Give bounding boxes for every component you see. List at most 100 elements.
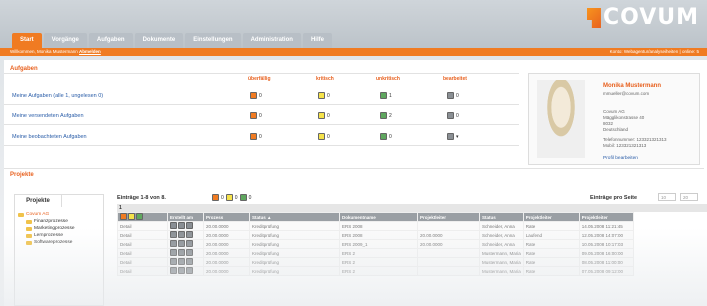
task-count[interactable]: 0 [250,112,262,119]
covum-logo: COVUM [586,5,699,30]
task-count[interactable]: 0 [447,92,459,99]
legend-overdue-count: 0 [221,194,224,201]
task-count[interactable]: 0 [318,112,330,119]
column-header[interactable]: Projektleiter [417,212,480,222]
divider [4,124,519,125]
status-legend: 0 0 0 [212,194,251,201]
task-row-label[interactable]: Meine versendeten Aufgaben [12,113,84,119]
per-page-10[interactable]: 10 [658,193,676,201]
task-count-value: 0 [456,92,459,99]
task-count-value: 0 [456,112,459,119]
status-square-icon [318,92,325,99]
tree-node[interactable]: Finanzprozesse [26,219,68,224]
legend-critical-count: 0 [234,194,238,201]
profile-phone: Telefonnummer: 123321321313 [603,137,667,142]
task-count[interactable]: 0 [318,92,330,99]
column-header[interactable]: Erstellt am [167,212,204,222]
folder-icon [18,212,24,217]
tree-tab[interactable]: Projekte [14,194,62,207]
aufgaben-title: Aufgaben [10,66,38,72]
col-ueberfaellig: überfällig [248,76,271,82]
profile-company: Covum AG [603,109,625,114]
column-header[interactable]: Status ▲ [249,212,340,222]
account-status: Konto: Webagentur/analyseiheiten | onlin… [609,49,699,54]
entries-count: Einträge 1-8 von 8. [117,195,166,201]
col-bearbeitet: bearbeitet [443,76,467,82]
bottom-fade [0,228,707,306]
status-square-icon [447,133,454,140]
tree-node[interactable]: Covum AG [18,212,49,217]
profile-photo [537,80,585,158]
profile-country: Deutschland [603,127,629,132]
column-header[interactable]: Projektleiter [578,212,634,222]
page-sheet: Start Vorgänge Aufgaben Dokumente Einstellun… [0,0,707,306]
task-count[interactable]: 0 [250,133,262,140]
logout-link[interactable]: Abmelden [79,49,101,54]
per-page-label: Einträge pro Seite [590,195,638,201]
tab-start[interactable]: Start [12,33,42,48]
task-count[interactable]: 0 [447,112,459,119]
task-count-value: 0 [259,133,262,140]
profile-mobile: Mobil: 123321321313 [603,143,647,148]
task-count-value: 0 [389,133,392,140]
status-square-icon [380,92,387,99]
task-count[interactable]: 0 [250,92,262,99]
profile-city: 8032 [603,121,614,126]
task-row-label[interactable]: Meine Aufgaben (alle 1, ungelesen 0) [12,93,103,99]
status-square-icon [447,92,454,99]
legend-overdue-icon [212,194,219,201]
profile-card: Monika Mustermann mmueller@covum.com Cov… [528,73,700,165]
task-count-value: 0 [327,92,330,99]
task-count-value: 0 [259,112,262,119]
column-header[interactable]: Prozess [203,212,250,222]
task-count[interactable]: ▾ [447,133,459,140]
divider [4,104,519,105]
profile-name: Monika Mustermann [603,83,662,89]
logo-word: COVUM [602,5,699,30]
tree-node-label: Finanzprozesse [34,219,68,224]
folder-icon [26,219,32,224]
task-count-value: 2 [389,112,392,119]
tab-hilfe[interactable]: Hilfe [302,33,332,48]
logo-mark-icon [586,8,601,28]
col-kritisch: kritisch [316,76,334,82]
column-header[interactable]: Projektleiter [522,212,580,222]
task-count-value: ▾ [456,133,459,140]
status-square-icon [250,112,257,119]
projekte-title: Projekte [10,172,34,178]
welcome-bar: Willkommen, Monika Mustermann Abmelden K… [0,48,707,56]
tab-aufgaben[interactable]: Aufgaben [88,33,133,48]
task-count[interactable]: 1 [380,92,392,99]
welcome-text: Willkommen, Monika Mustermann Abmelden [10,48,101,56]
top-bar: Start Vorgänge Aufgaben Dokumente Einstellun… [0,0,707,48]
status-square-icon [250,133,257,140]
profile-edit-link[interactable]: Profil bearbeiten [603,156,638,161]
col-unkritisch: unkritisch [376,76,400,82]
legend-critical-icon [225,194,233,201]
profile-email[interactable]: mmueller@covum.com [603,91,649,96]
header-status-icon [136,213,143,220]
task-count[interactable]: 2 [380,112,392,119]
app-window: Start Vorgänge Aufgaben Dokumente Einstellun… [0,0,707,306]
per-page-20[interactable]: 20 [680,193,698,201]
header-status-icon [120,213,127,220]
tab-administration[interactable]: Administration [242,33,301,48]
page-indicator[interactable]: 1 [117,204,707,212]
task-count-value: 1 [389,92,392,99]
divider [4,145,519,146]
legend-ok-count: 0 [248,194,252,201]
tab-dokumente[interactable]: Dokumente [134,33,184,48]
divider [4,73,519,74]
task-count[interactable]: 0 [380,133,392,140]
task-count[interactable]: 0 [318,133,330,140]
status-square-icon [380,133,387,140]
column-header[interactable]: Dokumentname [339,212,418,222]
tree-node-label: Covum AG [26,212,50,217]
task-count-value: 0 [327,112,330,119]
profile-street: Mägglikonstrasse 40 [603,115,645,120]
welcome-label: Willkommen, Monika Mustermann [10,49,78,54]
tab-vorg-nge[interactable]: Vorgänge [43,33,87,48]
task-row-label[interactable]: Meine beobachteten Aufgaben [12,134,87,140]
tab-einstellungen[interactable]: Einstellungen [185,33,241,48]
column-header[interactable]: Status [479,212,524,222]
